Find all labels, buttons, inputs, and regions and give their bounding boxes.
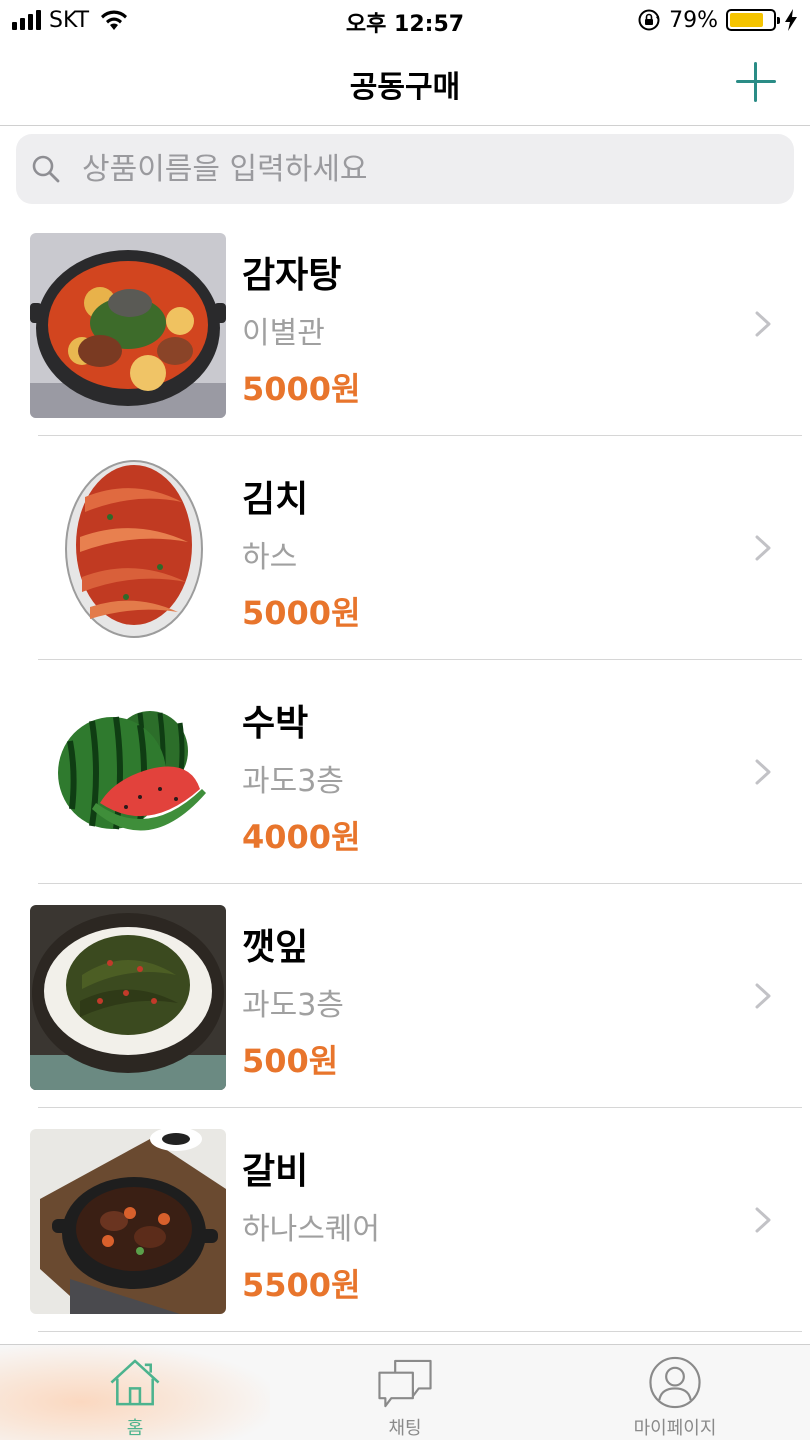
profile-icon xyxy=(649,1356,701,1409)
add-product-button[interactable] xyxy=(736,62,776,102)
product-list: 감자탕 이별관 5000원 김치 하스 5000원 수박 과도3층 4000원 … xyxy=(0,212,810,1332)
product-store: 하나스퀘어 xyxy=(242,1212,380,1247)
rotation-lock-icon xyxy=(638,9,660,31)
battery-percent: 79% xyxy=(669,7,718,33)
tab-home[interactable]: 홈 xyxy=(0,1345,270,1440)
product-price: 5000원 xyxy=(242,370,361,408)
list-item[interactable]: 깻잎 과도3층 500원 xyxy=(0,884,810,1108)
home-icon xyxy=(110,1359,160,1406)
kimchi-photo xyxy=(30,457,226,642)
list-item[interactable]: 수박 과도3층 4000원 xyxy=(0,660,810,884)
product-store: 하스 xyxy=(242,540,298,575)
product-store: 이별관 xyxy=(242,316,325,351)
battery-icon xyxy=(726,9,780,31)
product-name: 갈비 xyxy=(242,1151,309,1192)
product-price: 4000원 xyxy=(242,818,361,856)
product-name: 수박 xyxy=(242,703,309,744)
product-name: 감자탕 xyxy=(242,255,342,296)
search-bar[interactable] xyxy=(16,134,794,204)
chevron-right-icon xyxy=(755,311,771,337)
gamjatang-photo xyxy=(30,233,226,418)
galbi-photo xyxy=(30,1129,226,1314)
list-item[interactable]: 갈비 하나스퀘어 5500원 xyxy=(0,1108,810,1332)
tab-label-chat: 채팅 xyxy=(388,1418,422,1439)
chevron-right-icon xyxy=(755,1207,771,1233)
divider xyxy=(38,1331,802,1332)
chevron-right-icon xyxy=(755,983,771,1009)
product-name: 깻잎 xyxy=(242,927,309,968)
list-item[interactable]: 감자탕 이별관 5000원 xyxy=(0,212,810,436)
product-store: 과도3층 xyxy=(242,988,344,1023)
product-price: 5500원 xyxy=(242,1266,361,1304)
product-name: 김치 xyxy=(242,479,309,520)
status-bar: SKT 오후 12:57 79% xyxy=(0,0,810,42)
chat-icon xyxy=(378,1359,432,1408)
watermelon-photo xyxy=(30,681,226,866)
product-price: 500원 xyxy=(242,1042,339,1080)
list-item[interactable]: 김치 하스 5000원 xyxy=(0,436,810,660)
status-bar-right: 79% xyxy=(637,6,798,34)
tab-mypage[interactable]: 마이페이지 xyxy=(540,1345,810,1440)
product-price: 5000원 xyxy=(242,594,361,632)
tab-bar: 홈 채팅 마이페이지 xyxy=(0,1344,810,1440)
search-icon xyxy=(32,155,60,183)
search-input[interactable] xyxy=(82,151,762,187)
tab-label-mypage: 마이페이지 xyxy=(633,1418,717,1439)
chevron-right-icon xyxy=(755,535,771,561)
tab-chat[interactable]: 채팅 xyxy=(270,1345,540,1440)
chevron-right-icon xyxy=(755,759,771,785)
perilla-leaves-photo xyxy=(30,905,226,1090)
charging-bolt-icon xyxy=(785,9,797,31)
tab-label-home: 홈 xyxy=(126,1418,144,1439)
page-title: 공동구매 xyxy=(349,70,461,105)
product-store: 과도3층 xyxy=(242,764,344,799)
navigation-bar: 공동구매 xyxy=(0,42,810,126)
